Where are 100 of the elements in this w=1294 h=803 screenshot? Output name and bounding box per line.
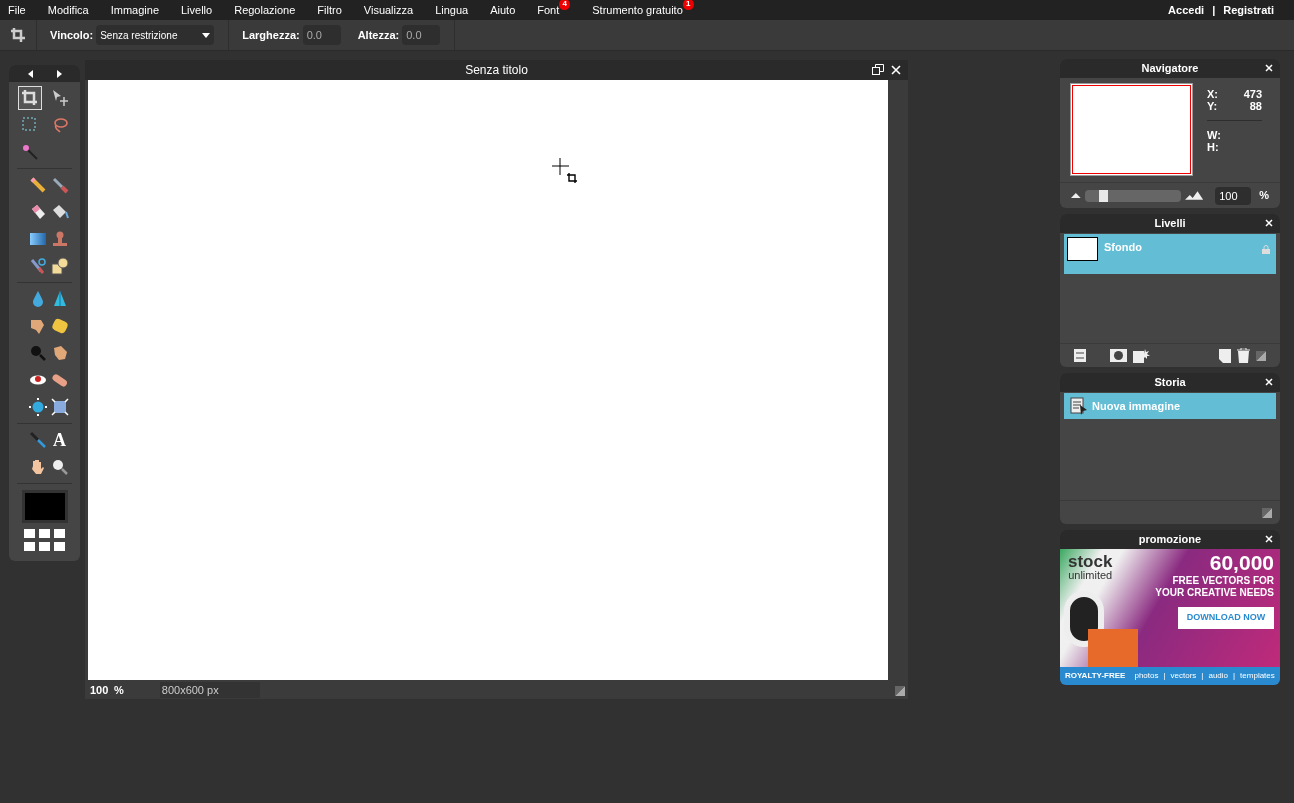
menu-item[interactable]: Regolazione (234, 1, 296, 19)
shapes-icon (50, 257, 69, 275)
gradient-icon (29, 230, 47, 248)
crop-cursor-icon (552, 158, 578, 184)
promo-tagline: FREE VECTORS FOR (1172, 575, 1274, 587)
h-label: H: (1207, 141, 1219, 153)
menu-item[interactable]: Filtro (317, 1, 342, 19)
footer-text: | (1201, 670, 1204, 682)
bloat-icon (29, 398, 47, 416)
brand-name: stock (1068, 553, 1113, 570)
login-link[interactable]: Accedi (1168, 1, 1205, 19)
paint-bucket-icon (50, 203, 69, 221)
trash-icon[interactable] (1237, 348, 1250, 363)
zoom-field[interactable]: 100 (90, 681, 114, 699)
sliders-icon[interactable] (1074, 349, 1086, 362)
menu-item[interactable]: Immagine (110, 1, 159, 19)
new-page-icon[interactable] (1219, 348, 1231, 363)
footer-text: audio (1208, 670, 1228, 682)
close-icon[interactable] (891, 65, 901, 75)
menu-item[interactable]: Modifica (47, 1, 89, 19)
menu-item[interactable]: Livello (181, 1, 213, 19)
download-button[interactable]: DOWNLOAD NOW (1178, 607, 1274, 629)
resize-grip-icon[interactable] (1262, 507, 1272, 518)
marquee-icon (21, 116, 39, 134)
crop-icon (21, 89, 39, 107)
separator-text: | (1212, 2, 1216, 18)
zoom-field[interactable]: 100 (1215, 186, 1252, 205)
constraint-dropdown[interactable]: Senza restrizione (96, 25, 215, 45)
tool-button[interactable]: A (47, 428, 72, 452)
zoom-slider[interactable] (1084, 189, 1181, 202)
restore-icon[interactable] (872, 64, 884, 75)
text-tool-glyph: A (53, 431, 66, 449)
tool-button[interactable] (18, 86, 42, 110)
signup-link[interactable]: Registrati (1223, 1, 1274, 19)
eyedropper-icon (29, 431, 47, 449)
large-mountain-icon (1184, 191, 1204, 200)
x-value: 473 (1243, 88, 1262, 100)
constraint-label: Vincolo: (50, 27, 94, 43)
close-button[interactable] (1264, 217, 1274, 229)
panel-title: Navigatore (1141, 61, 1199, 77)
menu-item[interactable]: Font (537, 1, 560, 19)
y-label: Y: (1207, 100, 1218, 112)
right-arrow-icon[interactable] (56, 69, 62, 78)
menu-item[interactable]: Strumento gratuito (592, 1, 683, 19)
close-button[interactable] (1264, 62, 1274, 74)
brush-swap-icon (29, 257, 47, 275)
image-size: 800x600 px (159, 681, 260, 699)
magnifier-dark-icon (29, 344, 47, 362)
star-burst-icon[interactable] (1133, 348, 1150, 363)
menu-item[interactable]: Lingua (435, 1, 469, 19)
close-button[interactable] (1264, 533, 1274, 545)
panel-title: promozione (1138, 532, 1202, 548)
caret-icon (202, 32, 211, 38)
promo-banner[interactable]: stock unlimited 60,000 FREE VECTORS FOR YOUR CREATIVE NEEDS DOWNLOAD NOW (1060, 549, 1280, 667)
eraser-icon (29, 203, 47, 221)
menu-item[interactable]: Visualizza (363, 1, 414, 19)
history-name: Nuova immagine (1092, 398, 1181, 414)
height-label: Altezza: (357, 27, 400, 43)
w-label: W: (1207, 129, 1221, 141)
x-label: X: (1207, 88, 1218, 100)
pinch-icon (50, 398, 69, 416)
layer-name: Sfondo (1104, 240, 1142, 255)
tool-button[interactable] (26, 395, 50, 419)
layer-thumbnail (1067, 237, 1098, 261)
notification-badge: 1 (682, 0, 694, 10)
foreground-color-swatch[interactable] (21, 490, 68, 523)
footer-text: | (1163, 670, 1166, 682)
brand-subtitle: unlimited (1068, 570, 1113, 581)
close-button[interactable] (1264, 376, 1274, 388)
panel-title: Storia (1154, 375, 1186, 391)
resize-grip-icon[interactable] (1256, 350, 1266, 361)
brush-icon (50, 176, 69, 194)
zoom-unit: % (114, 682, 124, 698)
crop-icon (10, 27, 26, 43)
document-arrow-icon (1070, 397, 1088, 415)
slider-thumb[interactable] (1099, 189, 1109, 202)
open-hand-icon (29, 458, 47, 476)
width-field[interactable]: 0.0 (302, 25, 341, 45)
promo-tagline: YOUR CREATIVE NEEDS (1155, 587, 1274, 599)
sponge-icon (50, 317, 69, 335)
arrow-cross-icon (50, 89, 69, 107)
panel-title: Livelli (1154, 216, 1186, 232)
footer-text: | (1233, 670, 1236, 682)
y-value: 88 (1249, 100, 1262, 112)
width-label: Larghezza: (242, 27, 300, 43)
document-title: Senza titolo (465, 62, 528, 79)
notification-badge: 4 (559, 0, 571, 10)
zoom-icon (50, 458, 69, 476)
stamp-icon (50, 230, 69, 248)
small-mountain-icon (1071, 193, 1081, 198)
resize-grip-icon[interactable] (895, 686, 905, 696)
footer-text: templates (1240, 670, 1275, 682)
zoom-unit: % (1259, 188, 1269, 204)
menu-item[interactable]: Aiuto (490, 1, 516, 19)
mask-icon[interactable] (1110, 349, 1127, 362)
palette-swatches[interactable] (24, 529, 65, 551)
height-field[interactable]: 0.0 (402, 25, 441, 45)
left-arrow-icon[interactable] (27, 69, 33, 78)
navigator-preview[interactable] (1070, 83, 1193, 176)
menu-item[interactable]: File (8, 1, 26, 19)
